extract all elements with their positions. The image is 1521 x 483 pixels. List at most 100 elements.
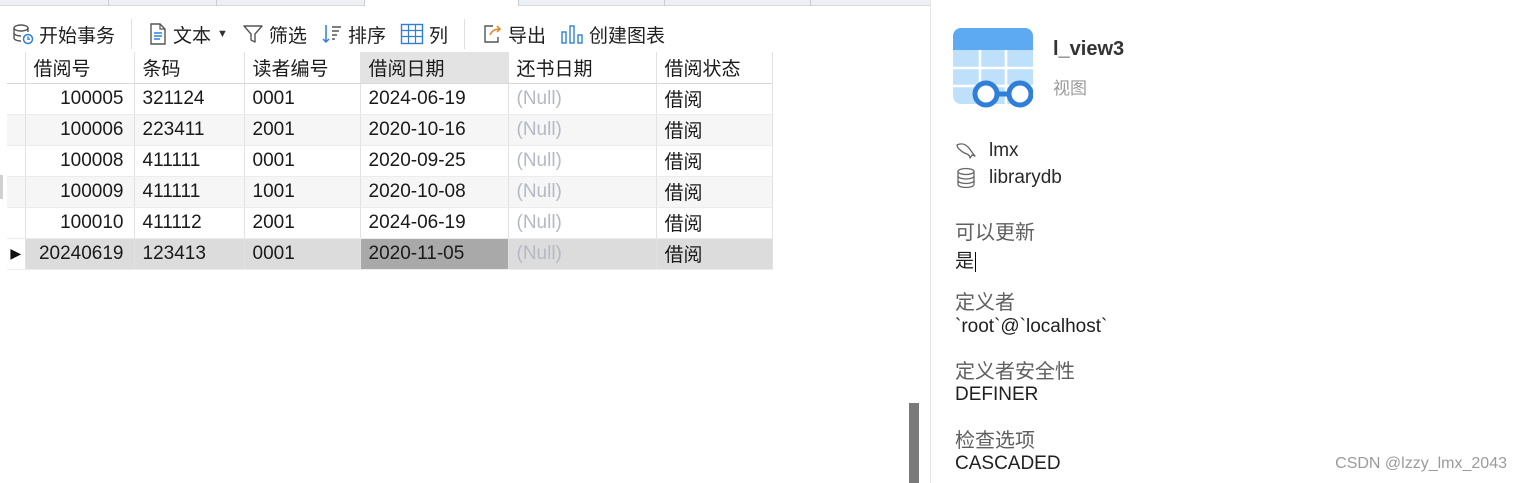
row-indicator[interactable] <box>7 83 26 115</box>
table-cell[interactable]: 2020-10-16 <box>360 114 509 146</box>
editor-tab-active[interactable] <box>364 0 518 6</box>
begin-transaction-button[interactable]: 开始事务 <box>0 19 121 49</box>
export-label: 导出 <box>507 25 546 47</box>
table-cell[interactable]: 411111 <box>134 176 245 208</box>
filter-label: 筛选 <box>268 25 307 47</box>
table-cell-null[interactable]: (Null) <box>508 207 657 239</box>
table-cell[interactable]: 411112 <box>134 207 245 239</box>
table-cell[interactable]: 2024-06-19 <box>360 207 509 239</box>
table-cell[interactable]: 借阅 <box>656 238 773 270</box>
table-row[interactable]: 100006 223411 2001 2020-10-16 (Null) 借阅 <box>7 114 773 146</box>
columns-label: 列 <box>428 25 448 47</box>
table-cell[interactable]: 411111 <box>134 145 245 177</box>
table-row-selected[interactable]: ▶ 20240619 123413 0001 2020-11-05 (Null)… <box>7 238 773 270</box>
table-cell[interactable]: 100005 <box>25 83 135 115</box>
current-row-arrow-icon[interactable]: ▶ <box>7 238 26 270</box>
object-name: l_view3 <box>1053 38 1125 60</box>
updatable-label: 可以更新 <box>955 222 1035 244</box>
text-view-button[interactable]: 文本 ▼ <box>136 19 234 49</box>
row-indicator[interactable] <box>7 207 26 239</box>
table-row[interactable]: 100008 411111 0001 2020-09-25 (Null) 借阅 <box>7 145 773 177</box>
table-cell[interactable]: 223411 <box>134 114 245 146</box>
table-cell[interactable]: 0001 <box>244 238 361 270</box>
table-cell[interactable]: 100006 <box>25 114 135 146</box>
object-type: 视图 <box>1053 79 1087 98</box>
filter-funnel-icon <box>243 25 263 43</box>
editor-tab[interactable] <box>810 0 900 6</box>
table-cell[interactable]: 0001 <box>244 83 361 115</box>
row-indicator-header <box>7 52 26 84</box>
table-cell-null[interactable]: (Null) <box>508 114 657 146</box>
chevron-down-icon[interactable]: ▼ <box>217 28 228 40</box>
begin-transaction-label: 开始事务 <box>39 25 116 47</box>
column-header[interactable]: 条码 <box>134 52 245 84</box>
table-cell-null[interactable]: (Null) <box>508 145 657 177</box>
result-toolbar: 开始事务 文本 ▼ 筛选 排序 列 导出 创建图表 <box>0 16 931 52</box>
columns-button[interactable]: 列 <box>392 19 454 49</box>
sort-icon <box>322 25 341 44</box>
table-cell[interactable]: 2020-09-25 <box>360 145 509 177</box>
table-cell[interactable]: 100010 <box>25 207 135 239</box>
check-option-value: CASCADED <box>955 453 1061 474</box>
export-button[interactable]: 导出 <box>469 19 552 49</box>
database-name: librarydb <box>989 167 1062 188</box>
table-cell[interactable]: 20240619 <box>25 238 135 270</box>
database-transaction-icon <box>13 24 34 45</box>
table-cell[interactable]: 借阅 <box>656 114 773 146</box>
editor-tab-strip <box>0 0 931 6</box>
table-cell[interactable]: 借阅 <box>656 207 773 239</box>
table-cell[interactable]: 借阅 <box>656 176 773 208</box>
table-cell[interactable]: 2001 <box>244 114 361 146</box>
row-indicator[interactable] <box>7 176 26 208</box>
column-header[interactable]: 借阅状态 <box>656 52 773 84</box>
table-cell-null[interactable]: (Null) <box>508 238 657 270</box>
column-header[interactable]: 借阅号 <box>25 52 135 84</box>
scrollbar-thumb[interactable] <box>909 403 919 483</box>
table-cell-null[interactable]: (Null) <box>508 176 657 208</box>
table-cell[interactable]: 2024-06-19 <box>360 83 509 115</box>
table-cell[interactable]: 2020-10-08 <box>360 176 509 208</box>
filter-button[interactable]: 筛选 <box>234 19 313 49</box>
table-cell[interactable]: 321124 <box>134 83 245 115</box>
text-cursor <box>975 251 977 272</box>
splitter-handle[interactable] <box>0 175 3 199</box>
row-indicator[interactable] <box>7 114 26 146</box>
toolbar-separator <box>463 19 465 49</box>
table-row[interactable]: 100010 411112 2001 2024-06-19 (Null) 借阅 <box>7 207 773 239</box>
editor-tab[interactable] <box>664 0 810 6</box>
column-header-active[interactable]: 借阅日期 <box>360 52 509 84</box>
table-row[interactable]: 100009 411111 1001 2020-10-08 (Null) 借阅 <box>7 176 773 208</box>
toolbar-separator <box>131 19 133 49</box>
definer-value: `root`@`localhost` <box>955 316 1108 337</box>
table-header-row: 借阅号 条码 读者编号 借阅日期 还书日期 借阅状态 <box>7 52 773 84</box>
definer-label: 定义者 <box>955 292 1015 314</box>
connection-name: lmx <box>989 140 1019 161</box>
column-header[interactable]: 读者编号 <box>244 52 361 84</box>
table-cell[interactable]: 123413 <box>134 238 245 270</box>
sort-button[interactable]: 排序 <box>313 19 392 49</box>
sort-label: 排序 <box>347 25 386 47</box>
vertical-scrollbar[interactable] <box>907 52 920 483</box>
table-cell[interactable]: 100008 <box>25 145 135 177</box>
text-view-label: 文本 <box>173 25 212 47</box>
editor-tab[interactable] <box>518 0 664 6</box>
table-cell-null[interactable]: (Null) <box>508 83 657 115</box>
security-value: DEFINER <box>955 384 1039 405</box>
table-cell[interactable]: 借阅 <box>656 83 773 115</box>
query-result-pane: 开始事务 文本 ▼ 筛选 排序 列 导出 创建图表 借阅号 条码 读者编号 借阅… <box>0 0 931 483</box>
editor-tab[interactable] <box>108 0 216 6</box>
table-cell[interactable]: 0001 <box>244 145 361 177</box>
table-row[interactable]: 100005 321124 0001 2024-06-19 (Null) 借阅 <box>7 83 773 115</box>
column-header[interactable]: 还书日期 <box>508 52 657 84</box>
create-chart-button[interactable]: 创建图表 <box>552 19 671 49</box>
table-cell-focused[interactable]: 2020-11-05 <box>360 238 509 270</box>
row-indicator[interactable] <box>7 145 26 177</box>
table-cell[interactable]: 100009 <box>25 176 135 208</box>
table-cell[interactable]: 2001 <box>244 207 361 239</box>
table-cell[interactable]: 借阅 <box>656 145 773 177</box>
connection-row: lmx <box>955 140 1019 162</box>
table-cell[interactable]: 1001 <box>244 176 361 208</box>
text-document-icon <box>150 23 166 45</box>
editor-tab[interactable] <box>216 0 364 6</box>
columns-grid-icon <box>400 23 424 45</box>
